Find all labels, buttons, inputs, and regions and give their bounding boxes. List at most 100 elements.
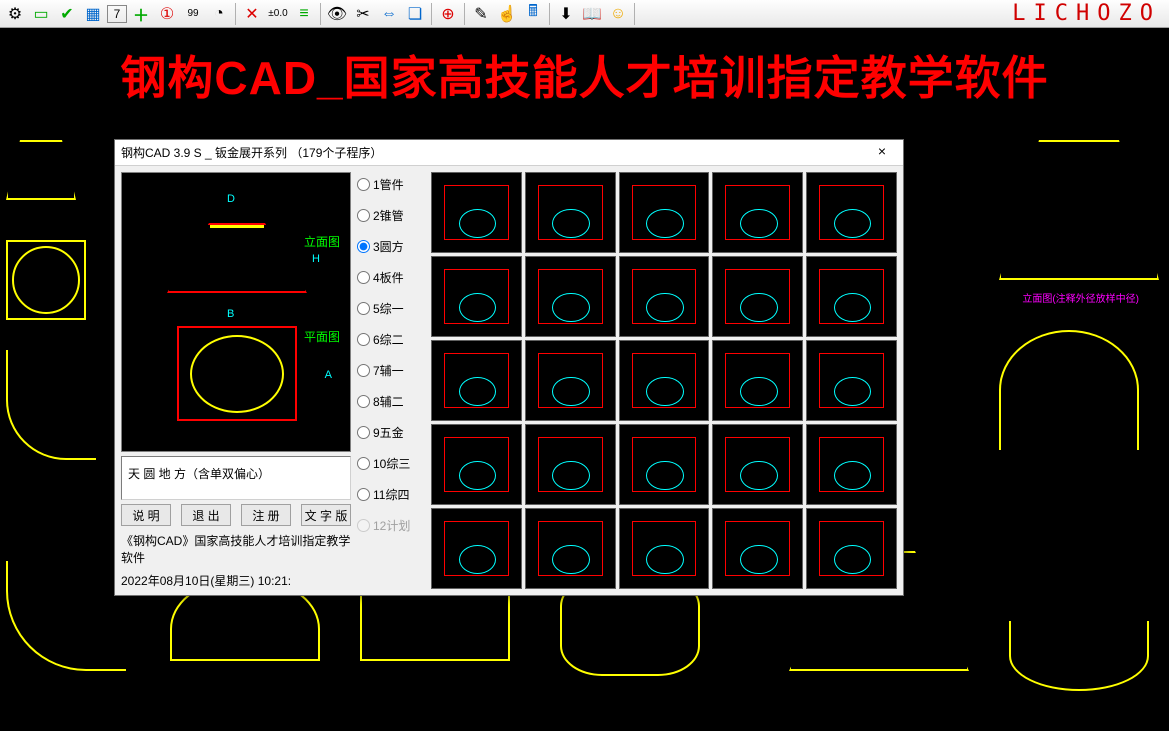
bg-sketch [6, 561, 126, 671]
radio-input[interactable] [357, 333, 370, 346]
main-toolbar: ⚙ ▭ ✔ ▦ 7 ＋ ① 99 ◔ ✕ ±0.0 ≡ 👁 ✂ ⇔ ❏ ⊕ ✎ … [0, 0, 1169, 28]
shape-thumbnail[interactable] [712, 256, 803, 337]
shape-thumbnail[interactable] [431, 340, 522, 421]
preview-description: 天 圆 地 方（含单双偏心） [121, 456, 351, 500]
smiley-icon[interactable]: ☺ [606, 2, 630, 26]
radio-input[interactable] [357, 457, 370, 470]
radio-input[interactable] [357, 426, 370, 439]
category-radio-6[interactable]: 6综二 [357, 331, 425, 348]
category-radio-5[interactable]: 5综一 [357, 300, 425, 317]
brush-icon[interactable]: ✎ [469, 2, 493, 26]
category-radio-3[interactable]: 3圆方 [357, 238, 425, 255]
shape-thumbnail[interactable] [619, 340, 710, 421]
check-icon[interactable]: ✔ [55, 2, 79, 26]
eye-icon[interactable]: 👁 [325, 2, 349, 26]
separator [634, 3, 635, 25]
radio-input[interactable] [357, 395, 370, 408]
radio-input[interactable] [357, 302, 370, 315]
category-radio-group: 1管件 2锥管 3圆方 4板件 5综一 6综二 7辅一 8辅二 9五金 10综三 11综四 12计划 [357, 172, 425, 589]
radio-label: 4板件 [373, 269, 404, 286]
radio-label: 7辅一 [373, 362, 404, 379]
category-radio-2[interactable]: 2锥管 [357, 207, 425, 224]
category-radio-9[interactable]: 9五金 [357, 424, 425, 441]
axis-icon[interactable]: ✕ [240, 2, 264, 26]
shape-thumbnail[interactable] [619, 172, 710, 253]
radio-input[interactable] [357, 488, 370, 501]
shape-thumbnail[interactable] [619, 256, 710, 337]
dialog-titlebar[interactable]: 钢构CAD 3.9 S _ 钣金展开系列 （179个子程序） × [115, 140, 903, 166]
shape-thumbnail[interactable] [619, 424, 710, 505]
plan-label: 平面图 [304, 328, 340, 345]
separator [235, 3, 236, 25]
shape-library-dialog: 钢构CAD 3.9 S _ 钣金展开系列 （179个子程序） × 立面图 D H… [114, 139, 904, 596]
category-radio-4[interactable]: 4板件 [357, 269, 425, 286]
bg-sketch [999, 140, 1159, 280]
shape-thumbnail[interactable] [431, 172, 522, 253]
shape-thumbnail[interactable] [806, 172, 897, 253]
shape-thumbnail[interactable] [431, 508, 522, 589]
shape-thumbnail[interactable] [712, 508, 803, 589]
zoom-plus-icon[interactable]: ⊕ [436, 2, 460, 26]
circle-1-icon[interactable]: ① [155, 2, 179, 26]
layers-icon[interactable]: ❏ [403, 2, 427, 26]
radio-input[interactable] [357, 364, 370, 377]
radio-label: 12计划 [373, 517, 410, 534]
calculator-icon[interactable]: 🖩 [521, 2, 545, 26]
category-radio-1[interactable]: 1管件 [357, 176, 425, 193]
category-radio-10[interactable]: 10综三 [357, 455, 425, 472]
shape-thumbnail[interactable] [619, 508, 710, 589]
bg-sketch [6, 140, 76, 200]
book-check-icon[interactable]: 📖 [580, 2, 604, 26]
radio-input[interactable] [357, 178, 370, 191]
bg-sketch [1009, 621, 1149, 691]
grid-icon[interactable]: ▦ [81, 2, 105, 26]
shape-thumbnail[interactable] [525, 172, 616, 253]
download-icon[interactable]: ⬇ [554, 2, 578, 26]
dim-d: D [227, 193, 235, 205]
shape-thumbnail[interactable] [525, 256, 616, 337]
shape-thumbnail[interactable] [712, 340, 803, 421]
radio-input[interactable] [357, 240, 370, 253]
shape-thumbnail[interactable] [806, 256, 897, 337]
radio-input[interactable] [357, 271, 370, 284]
text-version-button[interactable]: 文 字 版 [301, 504, 351, 526]
plus-icon[interactable]: ＋ [129, 2, 153, 26]
separator [431, 3, 432, 25]
shape-thumbnail[interactable] [525, 508, 616, 589]
arrows-h-icon[interactable]: ⇔ [377, 2, 401, 26]
shape-thumbnail[interactable] [806, 424, 897, 505]
shape-thumbnail[interactable] [806, 508, 897, 589]
radio-label: 9五金 [373, 424, 404, 441]
lines-icon[interactable]: ≡ [292, 2, 316, 26]
radio-label: 11综四 [373, 486, 409, 503]
category-radio-8[interactable]: 8辅二 [357, 393, 425, 410]
shape-thumbnail[interactable] [806, 340, 897, 421]
footer-line-1: 《钢构CAD》国家高技能人才培训指定教学软件 [121, 532, 351, 566]
scissors-icon[interactable]: ✂ [351, 2, 375, 26]
category-radio-7[interactable]: 7辅一 [357, 362, 425, 379]
shape-thumbnail[interactable] [431, 424, 522, 505]
shape-thumbnail[interactable] [431, 256, 522, 337]
rect-green-icon[interactable]: ▭ [29, 2, 53, 26]
shape-thumbnail[interactable] [525, 340, 616, 421]
shape-thumbnail[interactable] [525, 424, 616, 505]
shape-thumbnail[interactable] [712, 172, 803, 253]
radio-label: 3圆方 [373, 238, 404, 255]
calendar-7-icon[interactable]: 7 [107, 5, 127, 23]
shape-thumbnail[interactable] [712, 424, 803, 505]
close-button[interactable]: × [867, 143, 897, 163]
register-button[interactable]: 注 册 [241, 504, 291, 526]
tolerance-icon[interactable]: ±0.0 [266, 2, 290, 26]
preview-elevation-shape [167, 223, 307, 293]
hand-icon[interactable]: ☝ [495, 2, 519, 26]
radio-input[interactable] [357, 209, 370, 222]
badge-99-icon[interactable]: 99 [181, 2, 205, 26]
category-radio-11[interactable]: 11综四 [357, 486, 425, 503]
gear-icon[interactable]: ⚙ [3, 2, 27, 26]
exit-button[interactable]: 退 出 [181, 504, 231, 526]
help-button[interactable]: 说 明 [121, 504, 171, 526]
dim-h: H [312, 253, 320, 265]
fan-icon[interactable]: ◔ [207, 2, 231, 26]
preview-plan-circle [190, 335, 284, 413]
category-radio-12: 12计划 [357, 517, 425, 534]
